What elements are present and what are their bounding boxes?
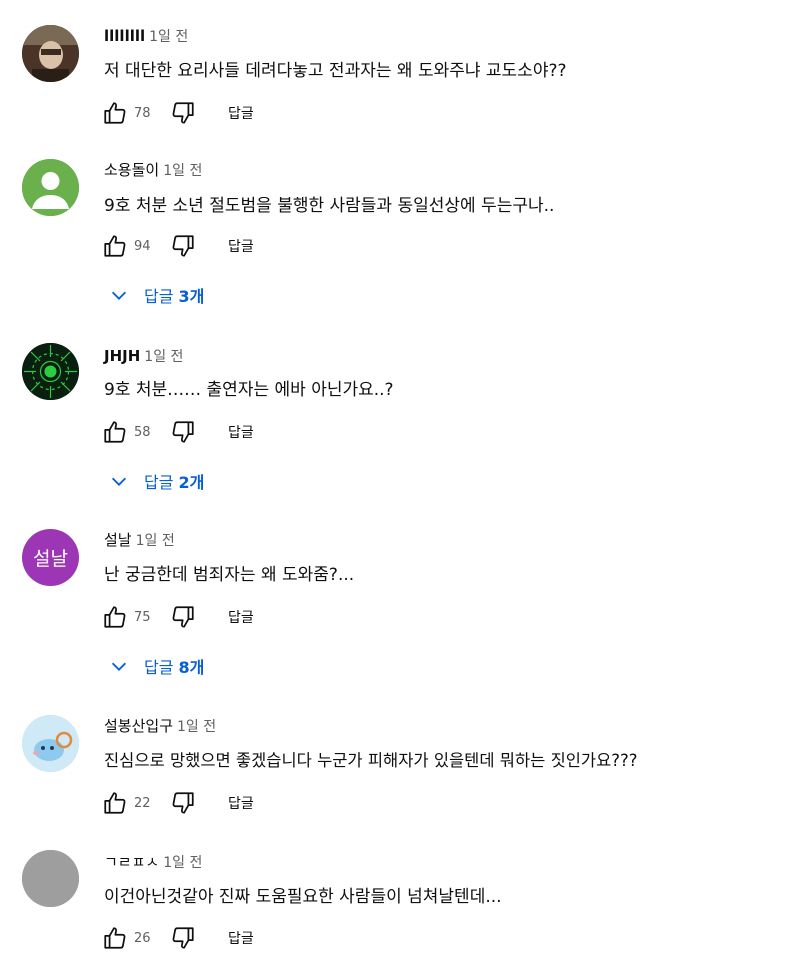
view-replies-button[interactable]: 답글 3개 xyxy=(108,281,204,309)
comment-timestamp[interactable]: 1일 전 xyxy=(136,533,175,549)
thumbs-down-icon xyxy=(172,606,194,628)
like-count: 94 xyxy=(134,238,151,254)
like-button[interactable] xyxy=(100,231,130,261)
thumbs-up-icon xyxy=(104,927,126,949)
circuit-avatar-icon xyxy=(22,343,79,400)
reply-button[interactable]: 답글 xyxy=(228,607,254,627)
dislike-button[interactable] xyxy=(168,417,198,447)
like-button[interactable] xyxy=(100,98,130,128)
comment-text: 난 궁금한데 범죄자는 왜 도와줌?... xyxy=(104,565,355,585)
thumbs-up-icon xyxy=(104,792,126,814)
thumbs-down-icon xyxy=(172,792,194,814)
replies-label: 답글 xyxy=(144,287,174,306)
avatar[interactable] xyxy=(22,343,79,400)
like-button[interactable] xyxy=(100,923,130,953)
replies-count: 3개 xyxy=(178,287,205,306)
cartoon-avatar-icon xyxy=(22,715,79,772)
comment-author[interactable]: llllllll xyxy=(104,27,145,45)
avatar[interactable] xyxy=(22,850,79,907)
thumbs-down-icon xyxy=(172,102,194,124)
replies-label: 답글 xyxy=(144,658,174,677)
comment-timestamp[interactable]: 1일 전 xyxy=(163,163,202,179)
comment-actions: 94 답글 xyxy=(100,231,254,261)
comment-author[interactable]: JHJH xyxy=(104,347,140,365)
blank-avatar-icon xyxy=(22,850,79,907)
comment-timestamp[interactable]: 1일 전 xyxy=(177,719,216,735)
replies-label: 답글 xyxy=(144,473,174,492)
comment-text: 9호 처분…… 출연자는 에바 아닌가요..? xyxy=(104,380,394,400)
avatar-photo-icon xyxy=(22,25,79,82)
like-button[interactable] xyxy=(100,417,130,447)
avatar[interactable]: 설날 xyxy=(22,529,79,586)
comment-text: 9호 처분 소년 절도범을 불행한 사람들과 동일선상에 두는구나.. xyxy=(104,196,555,216)
thumbs-down-icon xyxy=(172,927,194,949)
avatar[interactable] xyxy=(22,25,79,82)
like-count: 22 xyxy=(134,795,151,811)
chevron-down-icon xyxy=(111,662,127,671)
like-count: 78 xyxy=(134,105,151,121)
like-count: 26 xyxy=(134,930,151,946)
comment-actions: 78 답글 xyxy=(100,98,254,128)
person-icon xyxy=(22,159,79,216)
comment-text: 진심으로 망했으면 좋겠습니다 누군가 피해자가 있을텐데 뭐하는 짓인가요??… xyxy=(104,751,638,770)
dislike-button[interactable] xyxy=(168,98,198,128)
comment-author[interactable]: 설봉산입구 xyxy=(104,717,173,735)
reply-button[interactable]: 답글 xyxy=(228,103,254,123)
comment-timestamp[interactable]: 1일 전 xyxy=(149,29,188,45)
comment-timestamp[interactable]: 1일 전 xyxy=(163,855,202,871)
dislike-button[interactable] xyxy=(168,231,198,261)
comment-actions: 22 답글 xyxy=(100,788,254,818)
like-button[interactable] xyxy=(100,788,130,818)
like-count: 75 xyxy=(134,609,151,625)
comment-author[interactable]: ㄱㄹㅍㅅ xyxy=(104,853,159,871)
comment-text: 저 대단한 요리사들 데려다놓고 전과자는 왜 도와주냐 교도소야?? xyxy=(104,61,567,81)
comment-actions: 75 답글 xyxy=(100,602,254,632)
view-replies-button[interactable]: 답글 2개 xyxy=(108,467,204,495)
thumbs-down-icon xyxy=(172,235,194,257)
reply-button[interactable]: 답글 xyxy=(228,236,254,256)
dislike-button[interactable] xyxy=(168,923,198,953)
comment-author[interactable]: 소용돌이 xyxy=(104,161,159,179)
comment-timestamp[interactable]: 1일 전 xyxy=(144,349,183,365)
thumbs-up-icon xyxy=(104,102,126,124)
chevron-down-icon xyxy=(111,291,127,300)
chevron-down-icon xyxy=(111,477,127,486)
like-button[interactable] xyxy=(100,602,130,632)
like-count: 58 xyxy=(134,424,151,440)
comment-actions: 26 답글 xyxy=(100,923,254,953)
dislike-button[interactable] xyxy=(168,788,198,818)
comment-text: 이건아닌것같아 진짜 도움필요한 사람들이 넘쳐날텐데... xyxy=(104,887,502,907)
reply-button[interactable]: 답글 xyxy=(228,928,254,948)
view-replies-button[interactable]: 답글 8개 xyxy=(108,652,204,680)
dislike-button[interactable] xyxy=(168,602,198,632)
comment-author[interactable]: 설날 xyxy=(104,531,132,549)
avatar-initial: 설날 xyxy=(33,548,68,570)
thumbs-up-icon xyxy=(104,421,126,443)
avatar[interactable] xyxy=(22,715,79,772)
reply-button[interactable]: 답글 xyxy=(228,793,254,813)
thumbs-up-icon xyxy=(104,606,126,628)
avatar[interactable] xyxy=(22,159,79,216)
thumbs-down-icon xyxy=(172,421,194,443)
replies-count: 8개 xyxy=(178,658,205,677)
thumbs-up-icon xyxy=(104,235,126,257)
reply-button[interactable]: 답글 xyxy=(228,422,254,442)
replies-count: 2개 xyxy=(178,473,205,492)
comment-actions: 58 답글 xyxy=(100,417,254,447)
